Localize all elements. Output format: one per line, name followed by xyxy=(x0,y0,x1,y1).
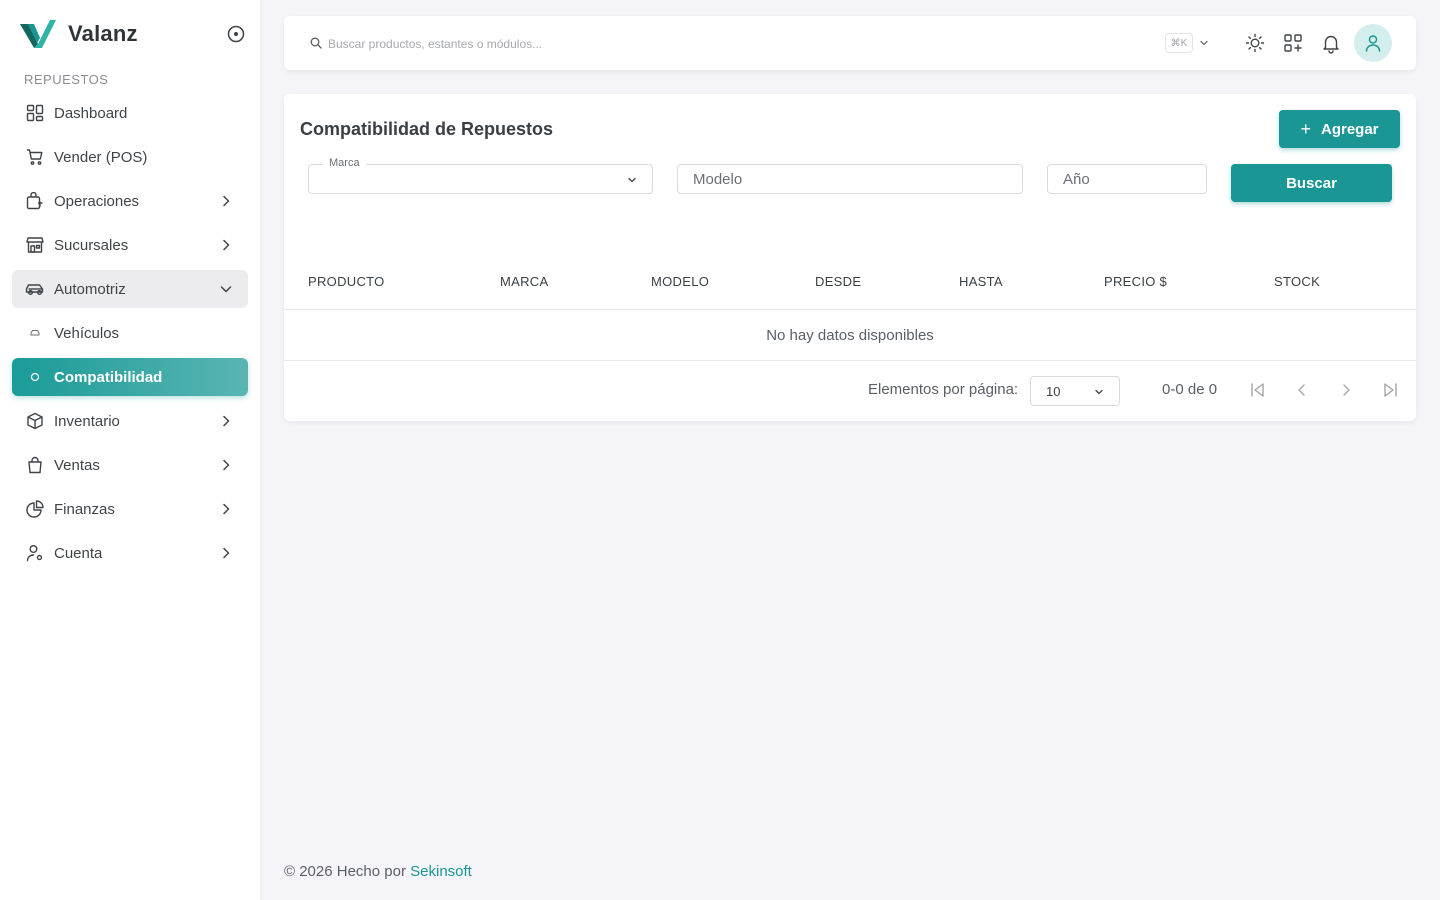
footer-link[interactable]: Sekinsoft xyxy=(410,863,472,880)
modelo-field xyxy=(677,164,1023,194)
chevron-right-icon xyxy=(223,503,230,515)
sidebar-item-label: Ventas xyxy=(54,456,100,474)
chevron-right-icon xyxy=(223,459,230,471)
sun-icon[interactable] xyxy=(1244,32,1266,54)
chevron-down-icon xyxy=(1095,389,1103,395)
chevron-right-icon xyxy=(223,239,230,251)
sidebar-item-label: Vehículos xyxy=(54,324,120,342)
sidebar-item-automotriz[interactable]: Automotriz xyxy=(12,270,248,308)
column-header-desde[interactable]: DESDE xyxy=(815,274,861,289)
chevron-down-icon xyxy=(628,177,636,183)
brand[interactable]: Valanz xyxy=(20,18,138,50)
search-button[interactable]: Buscar xyxy=(1231,164,1392,202)
per-page-label: Elementos por página: xyxy=(868,381,1019,398)
footer: © 2026 Hecho por Sekinsoft xyxy=(284,863,472,880)
chevron-down-icon xyxy=(220,286,232,293)
sidebar-item-label: Cuenta xyxy=(54,544,103,562)
marca-label: Marca xyxy=(323,157,366,169)
column-header-producto[interactable]: PRODUCTO xyxy=(308,274,385,289)
column-header-precio[interactable]: PRECIO $ xyxy=(1104,274,1167,289)
chevron-down-icon[interactable] xyxy=(1198,37,1210,49)
sidebar-item-label: Automotriz xyxy=(54,280,126,298)
box-icon xyxy=(24,410,46,432)
sidebar-nav: Dashboard Vender (POS) Operaciones Sucur… xyxy=(12,94,248,578)
dashboard-icon xyxy=(24,102,46,124)
chevron-right-icon xyxy=(223,547,230,559)
sidebar-item-compatibilidad[interactable]: Compatibilidad xyxy=(12,358,248,396)
first-page-icon[interactable] xyxy=(1248,380,1268,400)
marca-select[interactable]: Marca xyxy=(308,157,653,194)
cart-icon xyxy=(24,146,46,168)
column-header-hasta[interactable]: HASTA xyxy=(959,274,1003,289)
table-header: PRODUCTO MARCA MODELO DESDE HASTA PRECIO… xyxy=(284,264,1416,310)
sidebar-item-label: Vender (POS) xyxy=(54,148,148,166)
sidebar-item-label: Operaciones xyxy=(54,192,140,210)
global-search-input[interactable] xyxy=(328,33,928,55)
logo-icon xyxy=(20,20,56,48)
plus-icon: + xyxy=(1300,119,1311,139)
column-header-marca[interactable]: MARCA xyxy=(500,274,548,289)
per-page-value: 10 xyxy=(1046,383,1061,399)
column-header-stock[interactable]: STOCK xyxy=(1274,274,1320,289)
car-icon xyxy=(24,278,46,300)
user-settings-icon xyxy=(24,542,46,564)
sidebar-item-vender-pos[interactable]: Vender (POS) xyxy=(12,138,248,176)
sidebar-item-label: Inventario xyxy=(54,412,120,430)
bell-icon[interactable] xyxy=(1320,32,1342,54)
add-button[interactable]: + Agregar xyxy=(1279,110,1400,148)
modelo-input[interactable] xyxy=(678,165,1022,193)
sidebar-item-label: Finanzas xyxy=(54,500,115,518)
sidebar-item-finanzas[interactable]: Finanzas xyxy=(12,490,248,528)
sidebar-item-label: Sucursales xyxy=(54,236,129,254)
pagination-range: 0-0 de 0 xyxy=(1162,381,1218,398)
sidebar-item-inventario[interactable]: Inventario xyxy=(12,402,248,440)
avatar[interactable] xyxy=(1354,24,1392,62)
circle-icon xyxy=(24,366,46,388)
column-header-modelo[interactable]: MODELO xyxy=(651,274,709,289)
add-button-label: Agregar xyxy=(1320,120,1379,138)
user-icon xyxy=(1365,35,1381,52)
sidebar-section-label: REPUESTOS xyxy=(24,72,109,87)
chevron-right-icon xyxy=(223,195,230,207)
pie-chart-icon xyxy=(24,498,46,520)
sidebar-item-sucursales[interactable]: Sucursales xyxy=(12,226,248,264)
compatibility-card: Compatibilidad de Repuestos + Agregar Ma… xyxy=(284,94,1416,421)
apps-icon[interactable] xyxy=(1282,32,1304,54)
chevron-right-icon xyxy=(223,415,230,427)
operations-icon xyxy=(24,190,46,212)
sidebar-item-operaciones[interactable]: Operaciones xyxy=(12,182,248,220)
next-page-icon[interactable] xyxy=(1336,380,1356,400)
app-name: Valanz xyxy=(68,21,138,46)
bag-icon xyxy=(24,454,46,476)
anio-input[interactable] xyxy=(1048,165,1206,193)
prev-page-icon[interactable] xyxy=(1292,380,1312,400)
sidebar-item-ventas[interactable]: Ventas xyxy=(12,446,248,484)
sidebar-item-label: Dashboard xyxy=(54,104,128,122)
store-icon xyxy=(24,234,46,256)
footer-text: © 2026 Hecho por xyxy=(284,863,406,880)
sidebar: Valanz REPUESTOS Dashboard Vender (POS) … xyxy=(0,0,260,900)
sidebar-item-label: Compatibilidad xyxy=(54,368,163,386)
sidebar-item-cuenta[interactable]: Cuenta xyxy=(12,534,248,572)
sidebar-item-dashboard[interactable]: Dashboard xyxy=(12,94,248,132)
circle-icon xyxy=(24,322,46,344)
topbar: ⌘K xyxy=(284,16,1416,70)
sidebar-item-vehiculos[interactable]: Vehículos xyxy=(12,314,248,352)
page-title: Compatibilidad de Repuestos xyxy=(300,119,554,139)
collapse-sidebar-icon[interactable] xyxy=(226,24,246,44)
search-icon xyxy=(310,37,322,49)
table-empty-row: No hay datos disponibles xyxy=(284,310,1416,361)
anio-field xyxy=(1047,164,1207,194)
shortcut-badge: ⌘K xyxy=(1165,33,1193,53)
last-page-icon[interactable] xyxy=(1380,380,1400,400)
per-page-select[interactable]: 10 xyxy=(1030,376,1120,406)
